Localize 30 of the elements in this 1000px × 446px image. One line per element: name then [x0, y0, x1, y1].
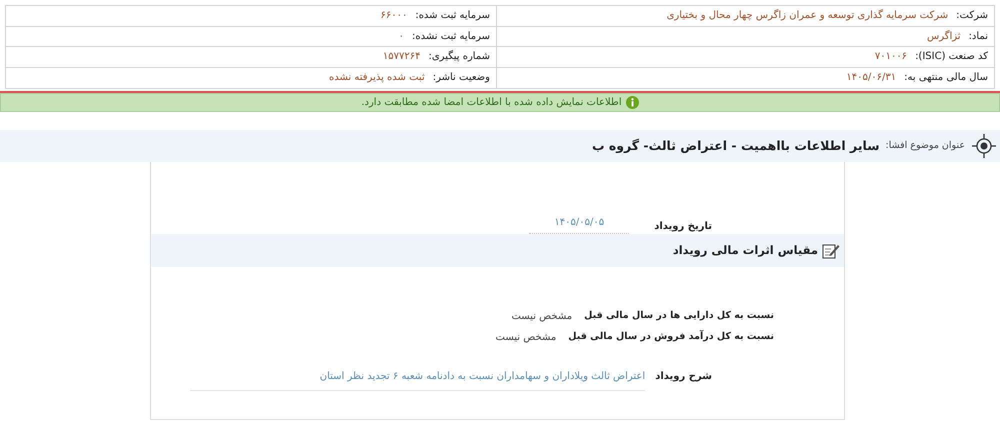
field-value: ۱۵۷۷۲۶۴	[382, 50, 420, 64]
field-label: کد صنعت (ISIC):	[915, 50, 988, 64]
notice-text: اطلاعات نمایش داده شده با اطلاعات امضا شده مطابقت دارد.	[361, 96, 622, 110]
field-value: ثبت شده پذیرفته نشده	[329, 71, 425, 86]
field-label: سرمایه ثبت نشده:	[412, 30, 490, 44]
field-value: ۱۴۰۵/۰۶/۳۱	[846, 71, 896, 86]
subject-title: سایر اطلاعات بااهمیت - اعتراض ثالث- گروه ب	[592, 136, 880, 155]
description-value: اعتراض ثالث ویلاداران و سهامداران نسبت به دادنامه شعبه ۶ تجدید نظر استان	[190, 369, 646, 391]
field-label: تاریخ رویداد	[654, 220, 712, 234]
target-icon	[971, 133, 997, 159]
field-label: شماره پیگیری:	[428, 49, 490, 64]
info-icon	[626, 96, 639, 109]
field-value: ۶۶۰۰۰	[380, 9, 408, 24]
field-label: نسبت به کل درآمد فروش در سال مالی قبل	[567, 330, 774, 344]
section-title: مقیاس اثرات مالی رویداد	[672, 242, 818, 259]
field-label: سال مالی منتهی به:	[904, 71, 988, 86]
field-value: ثزاگرس	[926, 29, 961, 44]
field-label: سرمایه ثبت شده:	[415, 9, 490, 24]
field-label: شرح رویداد	[655, 370, 712, 384]
field-value: ۰	[398, 30, 404, 44]
subject-label: عنوان موضوع افشا:	[886, 138, 965, 153]
field-label: شرکت:	[956, 9, 988, 24]
field-value: مشخص نیست	[496, 331, 556, 345]
field-label: نسبت به کل دارایی ها در سال مالی قبل	[583, 309, 774, 324]
edit-note-icon	[822, 242, 840, 258]
field-value: مشخص نیست	[511, 310, 572, 324]
field-value: شرکت سرمایه گذاری توسعه و عمران زاگرس چهار محال و بختیاری	[666, 8, 948, 24]
field-value: ۷۰۱۰۰۶	[874, 50, 908, 64]
field-label: نماد:	[968, 30, 988, 44]
field-label: وضعیت ناشر:	[432, 71, 490, 86]
